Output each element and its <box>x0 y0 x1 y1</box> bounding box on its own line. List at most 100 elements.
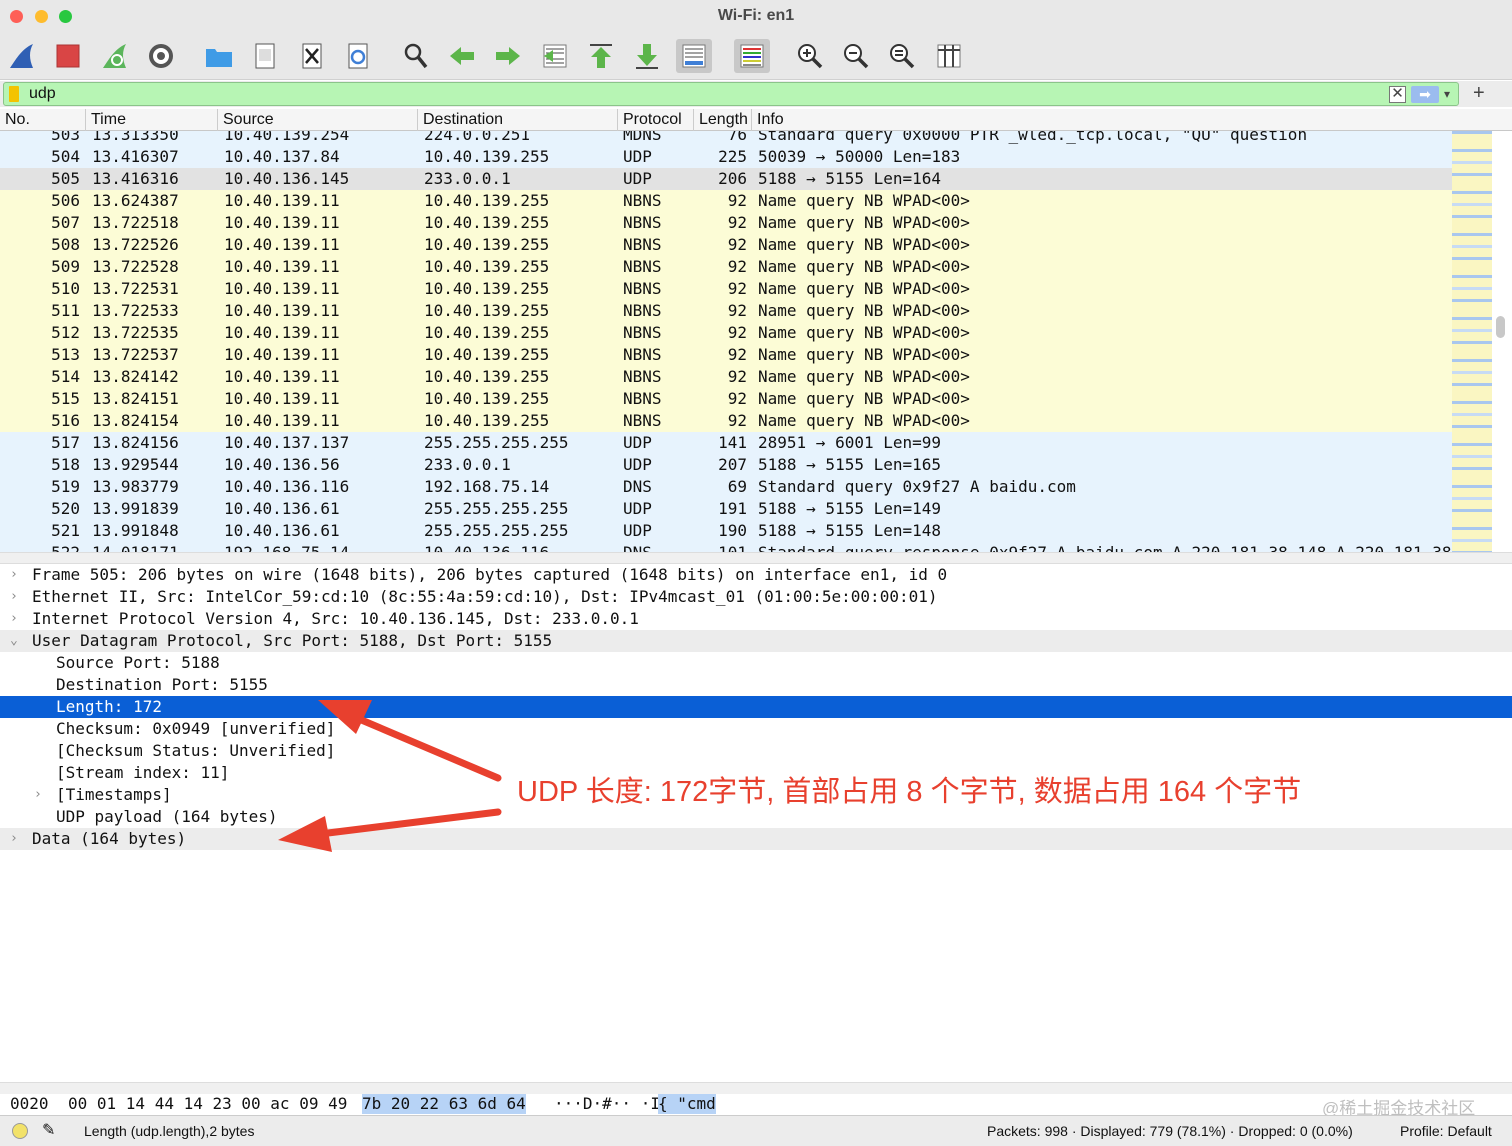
packet-cell-time: 13.722537 <box>92 345 179 364</box>
bytes-ascii[interactable]: ···D·#·· ·I <box>554 1094 660 1114</box>
tree-item[interactable]: Checksum: 0x0949 [unverified] <box>0 718 1512 740</box>
expand-arrow-icon[interactable]: › <box>10 608 18 630</box>
packet-bytes-pane[interactable]: 0020 00 01 14 44 14 23 00 ac 09 49 7b 20… <box>0 1094 1512 1115</box>
column-time[interactable]: Time <box>86 109 218 131</box>
minimap-stripe <box>1452 245 1492 248</box>
colorize-button[interactable] <box>734 39 770 73</box>
zoom-in-button[interactable] <box>792 39 828 73</box>
packet-row[interactable]: 521 13.991848 10.40.136.61 255.255.255.255 U… <box>0 520 1452 542</box>
packet-cell-src: 192.168.75.14 <box>224 542 349 552</box>
packet-row[interactable]: 512 13.722535 10.40.139.11 10.40.139.255 NBN… <box>0 322 1452 344</box>
close-file-button[interactable] <box>294 39 330 73</box>
column-length[interactable]: Length <box>694 109 752 131</box>
packet-row[interactable]: 511 13.722533 10.40.139.11 10.40.139.255 NBN… <box>0 300 1452 322</box>
packet-list-scrollbar[interactable] <box>1496 316 1505 338</box>
expand-arrow-icon[interactable]: › <box>10 564 18 586</box>
go-back-button[interactable] <box>444 39 480 73</box>
bytes-hex[interactable]: 00 01 14 44 14 23 00 ac 09 49 <box>68 1094 347 1114</box>
expand-arrow-icon[interactable]: › <box>10 586 18 608</box>
packet-row[interactable]: 519 13.983779 10.40.136.116 192.168.75.14 DN… <box>0 476 1452 498</box>
packet-row[interactable]: 517 13.824156 10.40.137.137 255.255.255.255… <box>0 432 1452 454</box>
apply-filter-button[interactable]: ➡ <box>1411 86 1439 103</box>
packet-list[interactable]: 503 13.313350 10.40.139.254 224.0.0.251 MDNS… <box>0 131 1452 552</box>
zoom-window-button[interactable] <box>59 10 72 23</box>
clear-filter-button[interactable]: ✕ <box>1389 86 1406 103</box>
expand-arrow-icon[interactable]: › <box>10 828 18 850</box>
packet-row[interactable]: 516 13.824154 10.40.139.11 10.40.139.255 NBN… <box>0 410 1452 432</box>
filter-history-dropdown[interactable]: ▾ <box>1444 83 1450 105</box>
tree-item[interactable]: Source Port: 5188 <box>0 652 1512 674</box>
packet-details-tree[interactable]: › Frame 505: 206 bytes on wire (1648 bits… <box>0 564 1512 1082</box>
status-profile[interactable]: Profile: Default <box>1400 1116 1492 1146</box>
packet-row[interactable]: 506 13.624387 10.40.139.11 10.40.139.255 NBN… <box>0 190 1452 212</box>
stop-capture-button[interactable] <box>50 39 86 73</box>
column-source[interactable]: Source <box>218 109 418 131</box>
autoscroll-button[interactable] <box>676 39 712 73</box>
packet-row[interactable]: 508 13.722526 10.40.139.11 10.40.139.255 NBN… <box>0 234 1452 256</box>
first-packet-button[interactable] <box>583 39 619 73</box>
packet-cell-len: 92 <box>727 389 747 408</box>
bytes-hex-selected[interactable]: 7b 20 22 63 6d 64 <box>362 1094 526 1114</box>
minimap-stripe <box>1452 341 1492 344</box>
display-filter-value[interactable]: udp <box>29 84 56 104</box>
packet-row[interactable]: 514 13.824142 10.40.139.11 10.40.139.255 NBN… <box>0 366 1452 388</box>
tree-item[interactable]: [Checksum Status: Unverified] <box>0 740 1512 762</box>
pane-splitter[interactable] <box>0 1082 1512 1094</box>
capture-comment-icon[interactable]: ✎ <box>42 1116 55 1146</box>
packet-row[interactable]: 518 13.929544 10.40.136.56 233.0.0.1 UDP 207 5… <box>0 454 1452 476</box>
last-packet-button[interactable] <box>629 39 665 73</box>
tree-item-selected[interactable]: Length: 172 <box>0 696 1512 718</box>
minimap-stripe <box>1452 527 1492 530</box>
display-filter-input[interactable]: udp ✕ ➡ ▾ <box>3 82 1459 106</box>
add-filter-button[interactable]: + <box>1473 81 1485 105</box>
save-file-button[interactable] <box>247 39 283 73</box>
packet-row[interactable]: 510 13.722531 10.40.139.11 10.40.139.255 NBN… <box>0 278 1452 300</box>
find-packet-button[interactable] <box>398 39 434 73</box>
capture-options-button[interactable] <box>143 39 179 73</box>
column-info[interactable]: Info <box>752 109 1512 131</box>
reload-file-button[interactable] <box>340 39 376 73</box>
packet-row[interactable]: 522 14.018171 192.168.75.14 10.40.136.116 DN… <box>0 542 1452 552</box>
filter-bookmark-icon[interactable] <box>9 86 19 102</box>
expand-arrow-icon[interactable]: › <box>34 784 42 806</box>
bytes-ascii-selected[interactable]: { "cmd <box>658 1094 716 1114</box>
packet-row[interactable]: 520 13.991839 10.40.136.61 255.255.255.255 U… <box>0 498 1452 520</box>
go-to-packet-button[interactable] <box>537 39 573 73</box>
packet-row[interactable]: 507 13.722518 10.40.139.11 10.40.139.255 NBN… <box>0 212 1452 234</box>
column-destination[interactable]: Destination <box>418 109 618 131</box>
packet-row[interactable]: 513 13.722537 10.40.139.11 10.40.139.255 NBN… <box>0 344 1452 366</box>
packet-row[interactable]: 505 13.416316 10.40.136.145 233.0.0.1 UDP 206… <box>0 168 1452 190</box>
packet-row[interactable]: 504 13.416307 10.40.137.84 10.40.139.255 UDP… <box>0 146 1452 168</box>
tree-item[interactable]: › Frame 505: 206 bytes on wire (1648 bits… <box>0 564 1512 586</box>
minimap-stripe <box>1452 395 1492 398</box>
zoom-out-button[interactable] <box>838 39 874 73</box>
tree-item[interactable]: › Data (164 bytes) <box>0 828 1512 850</box>
go-forward-button[interactable] <box>490 39 526 73</box>
packet-cell-info: Name query NB WPAD<00> <box>758 213 970 232</box>
packet-cell-time: 13.983779 <box>92 477 179 496</box>
normal-size-button[interactable] <box>884 39 920 73</box>
column-protocol[interactable]: Protocol <box>618 109 694 131</box>
tree-item[interactable]: › Internet Protocol Version 4, Src: 10.40… <box>0 608 1512 630</box>
resize-columns-button[interactable] <box>931 39 967 73</box>
packet-minimap[interactable] <box>1452 131 1492 554</box>
close-window-button[interactable] <box>10 10 23 23</box>
restart-capture-button[interactable] <box>97 39 133 73</box>
title-bar: Wi-Fi: en1 <box>0 0 1512 32</box>
column-no[interactable]: No. <box>0 109 86 131</box>
start-capture-button[interactable] <box>4 39 40 73</box>
packet-row[interactable]: 509 13.722528 10.40.139.11 10.40.139.255 NBN… <box>0 256 1452 278</box>
tree-item[interactable]: Destination Port: 5155 <box>0 674 1512 696</box>
expand-arrow-icon[interactable]: ⌄ <box>10 630 18 652</box>
packet-row[interactable]: 515 13.824151 10.40.139.11 10.40.139.255 NBN… <box>0 388 1452 410</box>
tree-item[interactable]: ⌄ User Datagram Protocol, Src Port: 5188,… <box>0 630 1512 652</box>
minimize-window-button[interactable] <box>35 10 48 23</box>
packet-row[interactable]: 503 13.313350 10.40.139.254 224.0.0.251 MDNS… <box>0 131 1452 146</box>
minimap-stripe <box>1452 461 1492 464</box>
packet-cell-dst: 10.40.139.255 <box>424 147 550 166</box>
open-file-button[interactable] <box>201 39 237 73</box>
packet-cell-time: 14.018171 <box>92 542 179 552</box>
expert-info-icon[interactable] <box>12 1123 28 1139</box>
tree-item[interactable]: › Ethernet II, Src: IntelCor_59:cd:10 (8c… <box>0 586 1512 608</box>
pane-splitter[interactable] <box>0 552 1512 564</box>
